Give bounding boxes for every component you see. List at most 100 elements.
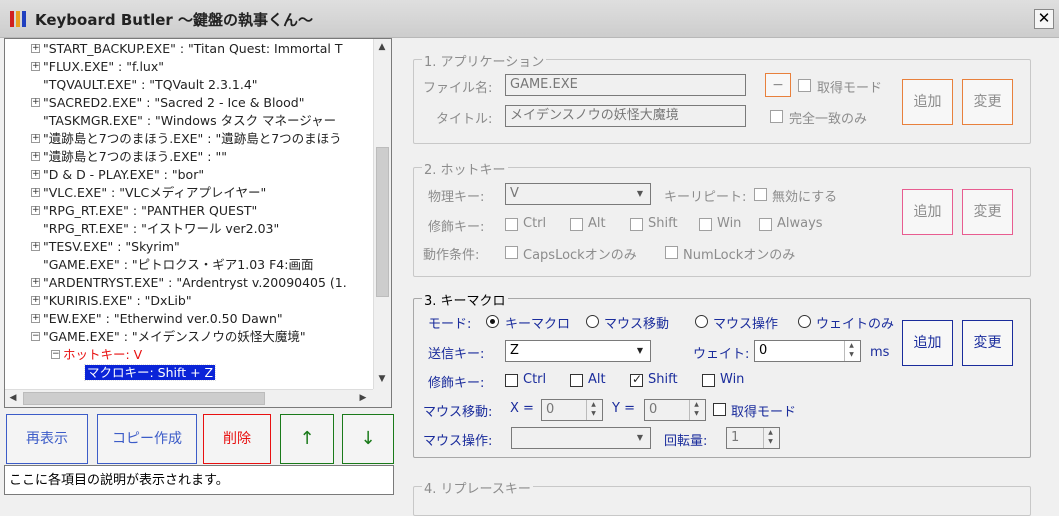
scroll-right-icon[interactable]: ▶ <box>355 390 371 406</box>
tree-horizontal-scrollbar[interactable]: ◀ ▶ <box>5 389 373 407</box>
title-field[interactable]: メイデンスノウの妖怪大魔境 <box>505 105 746 127</box>
macro-ctrl-checkbox[interactable] <box>505 374 518 387</box>
exact-match-checkbox[interactable] <box>770 110 783 123</box>
wait-input[interactable]: 0 ▲ ▼ <box>754 340 861 362</box>
tree-item[interactable]: "GAME.EXE" : "メイデンスノウの妖怪大魔境" <box>43 328 306 346</box>
hotkey-always-checkbox[interactable] <box>759 218 772 231</box>
hotkey-group: 2. ホットキー 物理キー: V ▼ キーリピート: 無効にする 修飾キー: C… <box>413 159 1031 277</box>
tree-item[interactable]: "D & D - PLAY.EXE" : "bor" <box>43 166 204 184</box>
tree-item[interactable]: "KURIRIS.EXE" : "DxLib" <box>43 292 192 310</box>
tree-item[interactable]: "GAME.EXE" : "ピトロクス・ギア1.03 F4:画面 <box>43 256 313 274</box>
mouse-op-select[interactable]: ▼ <box>511 427 651 449</box>
scroll-up-icon[interactable]: ▲ <box>374 39 390 55</box>
numlock-checkbox[interactable] <box>665 246 678 259</box>
hotkey-win-checkbox[interactable] <box>699 218 712 231</box>
tree-expander-icon[interactable]: − <box>31 332 40 341</box>
physical-key-value: V <box>510 186 519 201</box>
macro-alt-checkbox[interactable] <box>570 374 583 387</box>
hotkey-add-button[interactable]: 追加 <box>902 189 953 235</box>
tree-expander-icon[interactable]: + <box>31 152 40 161</box>
disable-repeat-checkbox[interactable] <box>754 188 767 201</box>
send-key-label: 送信キー: <box>428 347 485 362</box>
delete-button[interactable]: 削除 <box>203 414 271 464</box>
send-key-select[interactable]: Z ▼ <box>505 340 651 362</box>
tree-item[interactable]: "遺跡島と7つのまほう.EXE" : "遺跡島と7つのまほう <box>43 130 342 148</box>
tree-item[interactable]: "TQVAULT.EXE" : "TQVault 2.3.1.4" <box>43 76 258 94</box>
x-input[interactable]: 0 ▲ ▼ <box>541 399 603 421</box>
tree-child-hotkey[interactable]: ホットキー: V <box>63 346 142 364</box>
hscroll-thumb[interactable] <box>23 392 265 405</box>
tree-expander-icon[interactable]: + <box>31 98 40 107</box>
file-name-field[interactable]: GAME.EXE <box>505 74 746 96</box>
tree-expander-icon[interactable]: + <box>31 314 40 323</box>
tree-expander-icon[interactable]: + <box>31 206 40 215</box>
tree-expander-icon[interactable]: + <box>31 134 40 143</box>
tree-child-macro[interactable]: マクロキー: Shift + Z <box>83 364 217 382</box>
tree-item[interactable]: "VLC.EXE" : "VLCメディアプレイヤー" <box>43 184 266 202</box>
tree-expander-icon[interactable]: + <box>31 44 40 53</box>
macro-change-button[interactable]: 変更 <box>962 320 1013 366</box>
physical-key-select[interactable]: V ▼ <box>505 183 651 205</box>
hotkey-shift-checkbox[interactable] <box>630 218 643 231</box>
macro-acquire-checkbox[interactable] <box>713 403 726 416</box>
scroll-left-icon[interactable]: ◀ <box>5 390 21 406</box>
rotation-spinner-icon[interactable]: ▲ ▼ <box>763 428 777 448</box>
mode-mouseop-radio[interactable] <box>695 315 708 328</box>
tree-expander-icon[interactable]: + <box>31 62 40 71</box>
tree-item[interactable]: "EW.EXE" : "Etherwind ver.0.50 Dawn" <box>43 310 283 328</box>
tree-vertical-scrollbar[interactable]: ▲ ▼ <box>373 39 391 389</box>
macro-win-checkbox[interactable] <box>702 374 715 387</box>
hotkey-change-button[interactable]: 変更 <box>962 189 1013 235</box>
key-macro-group-title: 3. キーマクロ <box>422 290 508 309</box>
macro-shift-checkbox[interactable] <box>630 372 643 387</box>
hotkey-group-title: 2. ホットキー <box>422 159 508 178</box>
hotkey-shift-label: Shift <box>648 216 678 231</box>
acquire-mode-checkbox[interactable] <box>798 79 811 92</box>
tree-item[interactable]: "START_BACKUP.EXE" : "Titan Quest: Immor… <box>43 40 343 58</box>
macro-add-button[interactable]: 追加 <box>902 320 953 366</box>
redisplay-button[interactable]: 再表示 <box>6 414 88 464</box>
acquire-dash-button[interactable]: − <box>765 73 791 97</box>
hotkey-alt-checkbox[interactable] <box>570 218 583 231</box>
wait-spinner-icon[interactable]: ▲ ▼ <box>844 341 858 361</box>
app-change-button[interactable]: 変更 <box>962 79 1013 125</box>
rule-tree[interactable]: + "START_BACKUP.EXE" : "Titan Quest: Immo… <box>4 38 392 408</box>
close-icon[interactable]: ✕ <box>1034 9 1054 29</box>
x-label: X = <box>510 401 534 416</box>
copy-button[interactable]: コピー作成 <box>97 414 197 464</box>
tree-item[interactable]: "SACRED2.EXE" : "Sacred 2 - Ice & Blood" <box>43 94 304 112</box>
tree-item[interactable]: "RPG_RT.EXE" : "イストワール ver2.03" <box>43 220 279 238</box>
hotkey-ctrl-label: Ctrl <box>523 216 547 231</box>
app-add-button[interactable]: 追加 <box>902 79 953 125</box>
move-up-button[interactable]: ↑ <box>280 414 334 464</box>
rotation-value: 1 <box>731 430 740 445</box>
move-down-button[interactable]: ↓ <box>342 414 394 464</box>
tree-expander-icon[interactable]: + <box>31 170 40 179</box>
mode-mousemove-radio[interactable] <box>586 315 599 328</box>
tree-expander-icon[interactable]: + <box>31 296 40 305</box>
rotation-input[interactable]: 1 ▲ ▼ <box>726 427 780 449</box>
scroll-thumb[interactable] <box>376 147 389 297</box>
mode-waitonly-radio[interactable] <box>798 315 811 328</box>
tree-item[interactable]: "遺跡島と7つのまほう.EXE" : "" <box>43 148 227 166</box>
tree-item[interactable]: "ARDENTRYST.EXE" : "Ardentryst v.2009040… <box>43 274 347 292</box>
mode-keymacro-radio[interactable] <box>486 315 499 328</box>
mouse-op-label: マウス操作: <box>423 434 493 449</box>
tree-item[interactable]: "RPG_RT.EXE" : "PANTHER QUEST" <box>43 202 257 220</box>
tree-expander-icon[interactable]: + <box>31 188 40 197</box>
capslock-checkbox[interactable] <box>505 246 518 259</box>
tree-item[interactable]: "TASKMGR.EXE" : "Windows タスク マネージャー <box>43 112 336 130</box>
scroll-down-icon[interactable]: ▼ <box>374 371 390 387</box>
y-input[interactable]: 0 ▲ ▼ <box>644 399 706 421</box>
hotkey-ctrl-checkbox[interactable] <box>505 218 518 231</box>
tree-item[interactable]: "FLUX.EXE" : "f.lux" <box>43 58 164 76</box>
y-spinner-icon[interactable]: ▲ ▼ <box>689 400 703 420</box>
macro-win-label: Win <box>720 372 745 387</box>
app-icon <box>10 11 26 27</box>
tree-expander-icon[interactable]: + <box>31 278 40 287</box>
tree-item[interactable]: "TESV.EXE" : "Skyrim" <box>43 238 180 256</box>
x-spinner-icon[interactable]: ▲ ▼ <box>586 400 600 420</box>
tree-expander-icon[interactable]: − <box>51 350 60 359</box>
tree-expander-icon[interactable]: + <box>31 242 40 251</box>
x-value: 0 <box>546 402 555 417</box>
